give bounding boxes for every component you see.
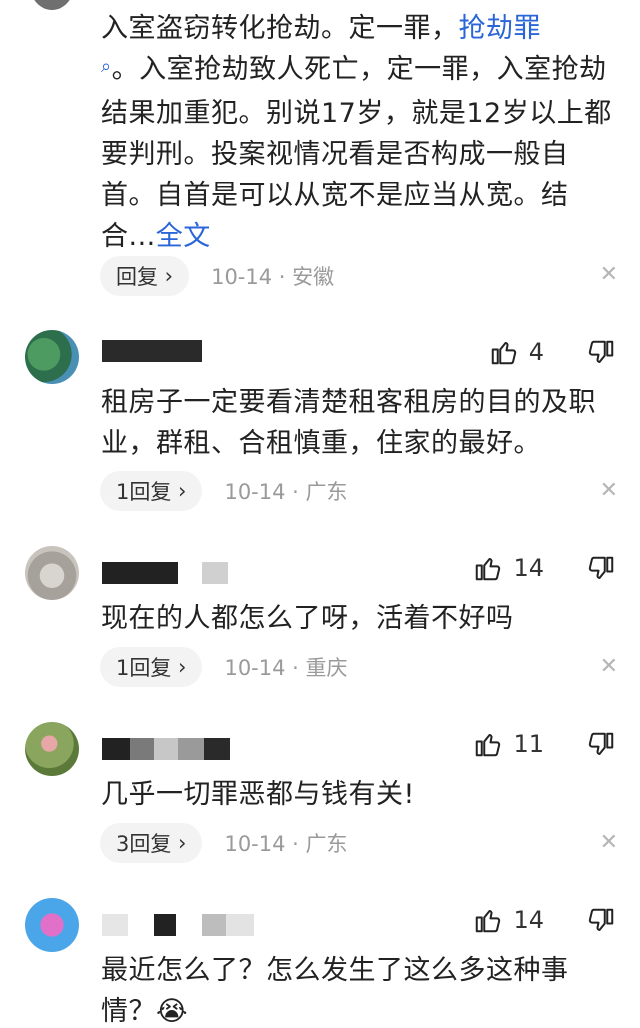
search-icon[interactable]: ⌕ [101, 46, 112, 87]
reply-button[interactable]: 1回复 › [100, 471, 203, 511]
comment-meta: 10-14 · 广东 [224, 480, 348, 504]
avatar[interactable] [25, 898, 79, 952]
keyword-link[interactable]: 抢劫罪 [459, 13, 542, 44]
thumbs-up-icon [476, 910, 501, 933]
like-button[interactable]: 11 [473, 729, 544, 759]
like-count: 14 [513, 554, 544, 582]
close-icon[interactable]: ✕ [600, 262, 618, 287]
avatar[interactable] [25, 330, 79, 384]
avatar[interactable] [25, 546, 79, 600]
like-button[interactable]: 14 [473, 553, 544, 583]
comment-text: 几乎一切罪恶都与钱有关! [101, 779, 415, 810]
reply-button[interactable]: 1回复 › [100, 647, 203, 687]
thumbs-down-icon[interactable] [586, 338, 616, 368]
thumbs-down-icon[interactable] [586, 554, 616, 584]
avatar[interactable] [30, 0, 74, 10]
like-count: 14 [513, 906, 544, 934]
like-count: 11 [513, 730, 544, 758]
like-button[interactable]: 14 [473, 905, 544, 935]
comment-text: 最近怎么了？怎么发生了这么多这种事情？😭 [101, 955, 569, 1027]
thumbs-down-icon[interactable] [586, 730, 616, 760]
avatar[interactable] [25, 722, 79, 776]
thumbs-down-icon[interactable] [586, 906, 616, 936]
crying-emoji: 😭 [156, 996, 189, 1027]
reply-button[interactable]: 3回复 › [100, 823, 203, 863]
thumbs-up-icon [476, 734, 501, 757]
comment-text: 现在的人都怎么了呀，活着不好吗 [101, 603, 514, 634]
comment-meta: 10-14 · 重庆 [224, 656, 348, 680]
like-count: 4 [528, 338, 544, 366]
close-icon[interactable]: ✕ [600, 830, 618, 855]
comment-text: 租房子一定要看清楚租客租房的目的及职业，群租、合租慎重，住家的最好。 [101, 387, 596, 459]
close-icon[interactable]: ✕ [600, 478, 618, 503]
reply-button[interactable]: 回复 › [100, 256, 190, 296]
close-icon[interactable]: ✕ [600, 654, 618, 679]
thumbs-up-icon [476, 558, 501, 581]
thumbs-up-icon [491, 342, 516, 365]
like-button[interactable]: 4 [489, 337, 544, 367]
comment-meta: 10-14 · 广东 [224, 832, 348, 856]
read-more-link[interactable]: 全文 [156, 221, 211, 252]
comment-text: 入室盗窃转化抢劫。定一罪，抢劫罪 ⌕。入室抢劫致人死亡，定一罪，入室抢劫结果加重犯… [101, 13, 612, 252]
comment-meta: 10-14 · 安徽 [211, 265, 335, 289]
